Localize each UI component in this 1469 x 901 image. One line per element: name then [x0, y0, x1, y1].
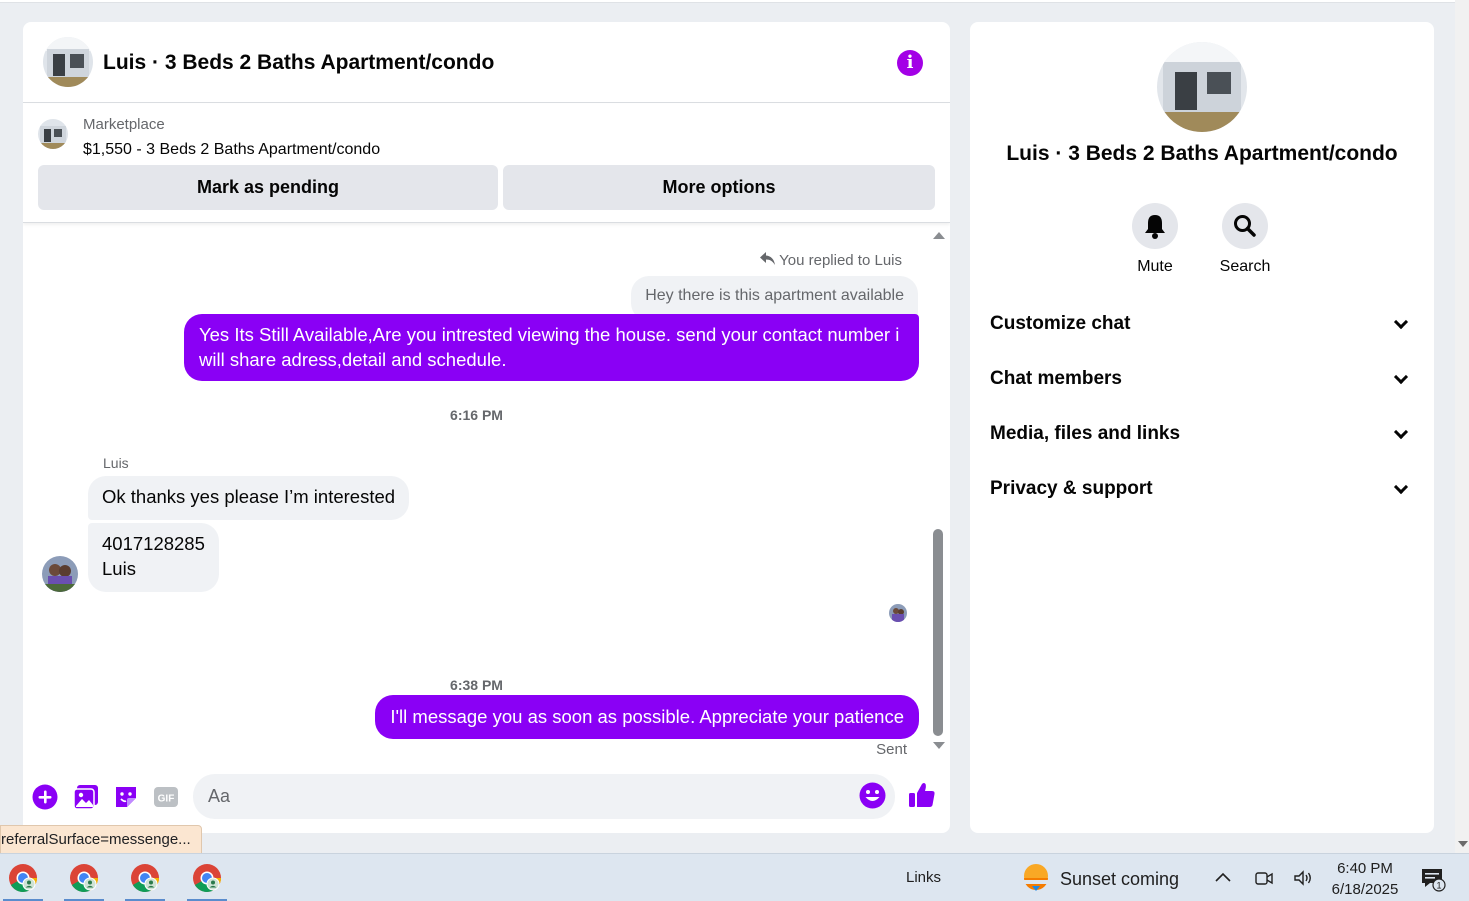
clock-time: 6:40 PM — [1337, 860, 1393, 877]
listing-photo[interactable] — [1157, 42, 1247, 132]
outgoing-message[interactable]: I'll message you as soon as possible. Ap… — [375, 695, 919, 739]
composer: GIF — [23, 770, 950, 833]
image-icon[interactable] — [73, 784, 99, 810]
thumbs-up-icon[interactable] — [908, 781, 935, 807]
timestamp: 6:38 PM — [450, 677, 503, 693]
scroll-up-arrow[interactable] — [933, 232, 945, 239]
notification-count: 1 — [1436, 881, 1441, 891]
search-label: Search — [1219, 258, 1271, 275]
incoming-message-line: Luis — [102, 558, 136, 579]
mute-action[interactable]: Mute — [1110, 203, 1200, 276]
section-label: Chat members — [990, 368, 1122, 389]
listing-avatar[interactable] — [43, 37, 93, 87]
marketplace-label: Marketplace — [83, 116, 165, 133]
page-scrollbar[interactable] — [1455, 0, 1469, 853]
sender-name: Luis — [103, 455, 129, 471]
reply-note: You replied to Luis — [760, 252, 902, 269]
weather-text[interactable]: Sunset coming — [1060, 869, 1179, 890]
taskbar: Links Sunset coming 6:40 PM 6/18/2025 1 — [0, 853, 1469, 901]
bell-icon[interactable] — [1132, 203, 1178, 249]
message-status: Sent — [876, 741, 907, 758]
meet-now-icon[interactable] — [1253, 867, 1275, 889]
section-privacy-support[interactable]: Privacy & support — [990, 469, 1414, 509]
section-label: Customize chat — [990, 313, 1131, 334]
chevron-down-icon — [1393, 479, 1409, 495]
seen-avatar — [889, 604, 907, 622]
clock-date: 6/18/2025 — [1331, 881, 1399, 898]
taskbar-chrome-1[interactable] — [0, 854, 46, 901]
timestamp: 6:16 PM — [450, 407, 503, 423]
gif-icon[interactable]: GIF — [153, 784, 179, 810]
sticker-icon[interactable] — [113, 784, 139, 810]
gif-icon-label: GIF — [158, 794, 175, 805]
plus-icon[interactable] — [32, 784, 58, 810]
incoming-message[interactable]: 4017128285 Luis — [88, 523, 219, 592]
section-label: Privacy & support — [990, 478, 1153, 499]
section-media-files-links[interactable]: Media, files and links — [990, 414, 1414, 454]
section-label: Media, files and links — [990, 423, 1181, 444]
chrome-icon — [9, 864, 37, 892]
taskbar-chrome-2[interactable] — [61, 854, 107, 901]
notification-icon[interactable]: 1 — [1420, 866, 1446, 892]
chrome-icon — [193, 864, 221, 892]
chevron-down-icon — [1393, 314, 1409, 330]
mute-label: Mute — [1137, 258, 1173, 275]
scroll-thumb[interactable] — [933, 529, 943, 736]
more-options-button[interactable]: More options — [503, 165, 935, 210]
chevron-down-icon — [1393, 369, 1409, 385]
system-clock[interactable]: 6:40 PM 6/18/2025 — [1320, 858, 1410, 900]
top-edge — [0, 0, 1455, 3]
scroll-down-arrow[interactable] — [933, 742, 945, 749]
volume-icon[interactable] — [1292, 867, 1314, 889]
outgoing-message[interactable]: Yes Its Still Available,Are you intreste… — [184, 314, 919, 381]
incoming-message[interactable]: Ok thanks yes please I’m interested — [88, 476, 410, 520]
chat-panel: Luis · 3 Beds 2 Baths Apartment/condo i … — [23, 22, 950, 833]
chat-header: Luis · 3 Beds 2 Baths Apartment/condo i — [23, 22, 950, 103]
section-customize-chat[interactable]: Customize chat — [990, 304, 1414, 344]
marketplace-banner: Marketplace $1,550 - 3 Beds 2 Baths Apar… — [23, 104, 950, 223]
taskbar-chrome-3[interactable] — [122, 854, 168, 901]
incoming-message-line: 4017128285 — [102, 533, 205, 554]
chrome-icon — [70, 864, 98, 892]
message-input[interactable] — [193, 774, 895, 819]
taskbar-chrome-4[interactable] — [184, 854, 230, 901]
weather-icon[interactable] — [1020, 862, 1052, 894]
search-action[interactable]: Search — [1200, 203, 1290, 276]
url-status-tooltip: referralSurface=messenge... — [0, 825, 202, 854]
search-icon[interactable] — [1222, 203, 1268, 249]
reply-note-text: You replied to Luis — [779, 252, 902, 269]
section-chat-members[interactable]: Chat members — [990, 359, 1414, 399]
info-title: Luis · 3 Beds 2 Baths Apartment/condo — [1006, 142, 1398, 165]
links-toolbar[interactable]: Links — [906, 869, 941, 886]
chevron-down-icon — [1393, 424, 1409, 440]
listing-thumbnail[interactable] — [38, 119, 68, 149]
message-list[interactable]: You replied to Luis Hey there is this ap… — [23, 224, 950, 769]
reply-icon — [760, 252, 776, 269]
page-scroll-down-arrow[interactable] — [1458, 841, 1468, 847]
chrome-icon — [131, 864, 159, 892]
conversation-info-panel: Luis · 3 Beds 2 Baths Apartment/condo Mu… — [970, 22, 1434, 833]
mark-as-pending-button[interactable]: Mark as pending — [38, 165, 498, 210]
info-icon[interactable]: i — [897, 50, 923, 76]
chevron-up-icon[interactable] — [1212, 867, 1234, 889]
chat-title[interactable]: Luis · 3 Beds 2 Baths Apartment/condo — [103, 51, 494, 75]
emoji-icon[interactable] — [859, 782, 886, 809]
sender-avatar[interactable] — [42, 556, 78, 592]
message-scrollbar[interactable] — [930, 224, 946, 762]
listing-price[interactable]: $1,550 - 3 Beds 2 Baths Apartment/condo — [83, 141, 380, 159]
